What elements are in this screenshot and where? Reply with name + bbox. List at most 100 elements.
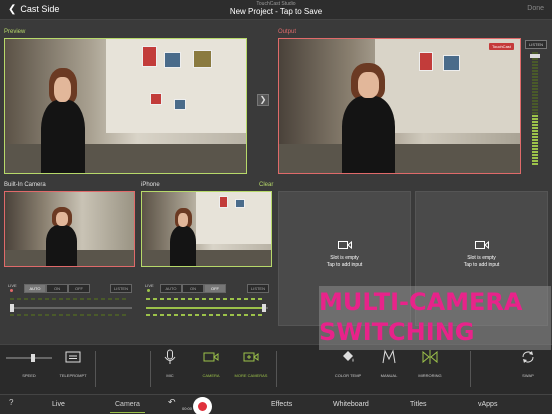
meter-segment xyxy=(532,151,538,153)
meter-segment xyxy=(532,163,538,165)
more-cameras-button[interactable]: MORE CAMERAS xyxy=(231,349,271,389)
iphone-live-indicator xyxy=(147,289,150,292)
meter-segment xyxy=(532,76,538,78)
mirroring-label: MIRRORING xyxy=(418,373,442,378)
overlay-line-2: SWITCHING xyxy=(319,318,475,346)
tab-vapps[interactable]: vApps xyxy=(478,401,497,408)
teleprompt-icon xyxy=(65,351,81,363)
meter-segment xyxy=(532,121,538,123)
builtin-on-option[interactable]: ON xyxy=(46,284,68,293)
meter-segment xyxy=(532,139,538,141)
paint-bucket-icon xyxy=(343,351,354,362)
teleprompt-button[interactable]: TELEPROMPT xyxy=(53,349,93,389)
manual-button[interactable]: MANUAL xyxy=(369,349,409,389)
project-title[interactable]: New Project - Tap to Save xyxy=(0,7,552,16)
color-temp-button[interactable]: COLOR TEMP xyxy=(328,349,368,389)
iphone-level-meter-top xyxy=(146,298,262,300)
video-camera-icon xyxy=(203,352,219,362)
builtin-listen-button[interactable]: LISTEN xyxy=(110,284,132,293)
mirroring-button[interactable]: MIRRORING xyxy=(410,349,450,389)
toolbar-divider xyxy=(95,351,96,387)
more-cameras-label: MORE CAMERAS xyxy=(234,373,268,378)
tab-camera[interactable]: Camera xyxy=(115,401,140,408)
builtin-auto-option[interactable]: AUTO xyxy=(24,284,46,293)
iphone-volume-slider[interactable] xyxy=(146,304,268,312)
video-camera-icon xyxy=(337,240,352,250)
meter-segment xyxy=(532,91,538,93)
builtin-mode-control[interactable]: AUTO ON OFF xyxy=(24,284,90,293)
builtin-live-label: LIVE xyxy=(8,283,17,288)
meter-segment xyxy=(532,109,538,111)
output-volume-knob[interactable] xyxy=(530,54,540,58)
iphone-camera-source[interactable] xyxy=(141,191,272,267)
speed-label: SPEED xyxy=(22,373,36,378)
iphone-label: iPhone xyxy=(141,182,160,188)
slot-empty-text: Slot is empty Tap to add input xyxy=(463,255,500,268)
color-temp-label: COLOR TEMP xyxy=(334,373,362,378)
clear-button[interactable]: Clear xyxy=(259,182,273,188)
mic-label: MIC xyxy=(166,373,174,378)
iphone-off-option[interactable]: OFF xyxy=(204,284,226,293)
iphone-live-label: LIVE xyxy=(145,283,154,288)
builtin-off-option[interactable]: OFF xyxy=(68,284,90,293)
meter-segment xyxy=(532,112,538,114)
camera-toolbar: SPEED TELEPROMPT MIC CAMERA MORE CAMERAS… xyxy=(0,344,552,394)
meter-segment xyxy=(532,97,538,99)
iphone-listen-button[interactable]: LISTEN xyxy=(247,284,269,293)
meter-segment xyxy=(532,79,538,81)
builtin-volume-slider[interactable] xyxy=(10,304,132,312)
meter-segment xyxy=(532,136,538,138)
speed-control: SPEED xyxy=(9,349,49,389)
iphone-on-option[interactable]: ON xyxy=(182,284,204,293)
meter-segment xyxy=(532,157,538,159)
meter-segment xyxy=(532,130,538,132)
send-to-output-button[interactable]: ❯ xyxy=(257,94,269,106)
tab-effects[interactable]: Effects xyxy=(271,401,292,408)
undo-icon[interactable]: ↶ xyxy=(168,397,176,408)
meter-segment xyxy=(532,115,538,117)
builtin-level-meter-top xyxy=(10,298,126,300)
manual-label: MANUAL xyxy=(380,373,398,378)
iphone-volume-thumb[interactable] xyxy=(261,304,266,312)
meter-segment xyxy=(532,85,538,87)
record-button[interactable] xyxy=(193,397,212,414)
meter-segment xyxy=(532,61,538,63)
swap-button[interactable]: SWAP xyxy=(508,349,548,389)
builtin-volume-thumb[interactable] xyxy=(10,304,14,312)
done-button[interactable]: Done xyxy=(527,5,544,12)
meter-segment xyxy=(532,70,538,72)
iphone-auto-option[interactable]: AUTO xyxy=(160,284,182,293)
mic-button[interactable]: MIC xyxy=(150,349,190,389)
swap-label: SWAP xyxy=(522,373,534,378)
toolbar-divider xyxy=(276,351,277,387)
overlay-line-1: MULTI-CAMERA xyxy=(319,288,523,316)
iphone-mode-control[interactable]: AUTO ON OFF xyxy=(160,284,226,293)
meter-segment xyxy=(532,103,538,105)
meter-segment xyxy=(532,82,538,84)
output-label: Output xyxy=(278,29,297,35)
meter-segment xyxy=(532,145,538,147)
preview-video[interactable] xyxy=(4,38,247,174)
meter-segment xyxy=(532,106,538,108)
swap-icon xyxy=(522,351,534,363)
camera-button[interactable]: CAMERA xyxy=(191,349,231,389)
meter-segment xyxy=(532,73,538,75)
help-icon[interactable]: ? xyxy=(9,398,13,407)
meter-segment xyxy=(532,148,538,150)
chevron-right-icon: ❯ xyxy=(259,95,267,104)
builtin-camera-label: Built-In Camera xyxy=(4,182,46,188)
tab-whiteboard[interactable]: Whiteboard xyxy=(333,401,369,408)
tab-titles[interactable]: Titles xyxy=(410,401,426,408)
meter-segment xyxy=(532,124,538,126)
output-listen-button[interactable]: LISTEN xyxy=(525,40,548,49)
tab-live[interactable]: Live xyxy=(52,401,65,408)
builtin-live-indicator xyxy=(10,289,13,292)
builtin-camera-source[interactable] xyxy=(4,191,135,267)
meter-segment xyxy=(532,88,538,90)
meter-segment xyxy=(532,118,538,120)
meter-segment xyxy=(532,133,538,135)
microphone-icon xyxy=(164,349,176,364)
touchcast-badge: TouchCast xyxy=(489,43,514,50)
meter-segment xyxy=(532,160,538,162)
output-audio-meter[interactable] xyxy=(530,52,540,172)
